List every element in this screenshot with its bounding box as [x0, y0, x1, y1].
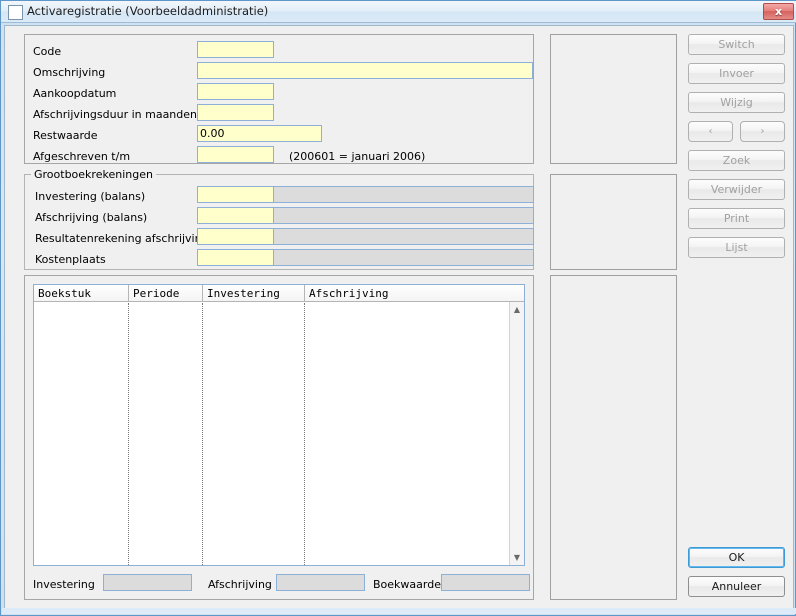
- resultatenrekening-code-input[interactable]: [197, 228, 274, 245]
- next-button[interactable]: ›: [740, 121, 785, 142]
- switch-button[interactable]: Switch: [688, 34, 785, 55]
- grid-header-afschrijving[interactable]: Afschrijving: [309, 286, 388, 301]
- afschrijvingsduur-input[interactable]: [197, 104, 274, 121]
- investering-balans-code-input[interactable]: [197, 186, 274, 203]
- invoer-button[interactable]: Invoer: [688, 63, 785, 84]
- previous-button[interactable]: ‹: [688, 121, 733, 142]
- omschrijving-input[interactable]: [197, 62, 533, 79]
- title-bar[interactable]: Activaregistratie (Voorbeeldadministrati…: [1, 1, 796, 23]
- window-bottom-strip: [2, 608, 796, 614]
- application-window: Activaregistratie (Voorbeeldadministrati…: [0, 0, 796, 616]
- period-format-hint: (200601 = januari 2006): [289, 150, 426, 163]
- summary-value-investering: [103, 574, 192, 591]
- grid-header-boekstuk[interactable]: Boekstuk: [38, 286, 91, 301]
- window-title: Activaregistratie (Voorbeeldadministrati…: [27, 4, 269, 18]
- close-icon[interactable]: x: [763, 3, 794, 20]
- zoek-button[interactable]: Zoek: [688, 150, 785, 171]
- preview-panel-top: [550, 34, 677, 164]
- label-restwaarde: Restwaarde: [33, 129, 98, 142]
- summary-value-afschrijving: [276, 574, 365, 591]
- label-aankoopdatum: Aankoopdatum: [33, 87, 117, 100]
- label-investering-balans: Investering (balans): [35, 190, 146, 203]
- client-area: Code Omschrijving Aankoopdatum Afschrijv…: [4, 25, 794, 609]
- label-afschrijvingsduur: Afschrijvingsduur in maanden: [33, 108, 198, 121]
- grid-column-divider-1: [128, 303, 129, 565]
- kostenplaats-code-input[interactable]: [197, 249, 274, 266]
- summary-value-boekwaarde: [441, 574, 530, 591]
- preview-panel-bottom: [550, 275, 677, 600]
- label-code: Code: [33, 45, 62, 58]
- aankoopdatum-input[interactable]: [197, 83, 274, 100]
- afschrijving-balans-description: [273, 207, 534, 224]
- resultatenrekening-description: [273, 228, 534, 245]
- grid-header-investering[interactable]: Investering: [207, 286, 280, 301]
- label-afschrijving-balans: Afschrijving (balans): [35, 211, 148, 224]
- grid-header-sep-1[interactable]: [128, 285, 129, 301]
- label-omschrijving: Omschrijving: [33, 66, 106, 79]
- window-icon: [8, 5, 23, 20]
- grid-header-sep-3[interactable]: [304, 285, 305, 301]
- summary-label-boekwaarde: Boekwaarde: [373, 578, 441, 591]
- code-input[interactable]: [197, 41, 274, 58]
- summary-label-investering: Investering: [33, 578, 95, 591]
- preview-panel-middle: [550, 174, 677, 270]
- ledger-accounts-legend: Grootboekrekeningen: [31, 168, 156, 181]
- cancel-button[interactable]: Annuleer: [688, 576, 785, 597]
- summary-label-afschrijving: Afschrijving: [208, 578, 272, 591]
- grid-column-divider-2: [202, 303, 203, 565]
- verwijder-button[interactable]: Verwijder: [688, 179, 785, 200]
- scroll-down-icon[interactable]: ▼: [510, 550, 524, 565]
- lijst-button[interactable]: Lijst: [688, 237, 785, 258]
- scroll-up-icon[interactable]: ▲: [510, 302, 524, 317]
- afschrijving-balans-code-input[interactable]: [197, 207, 274, 224]
- grid-header-row: Boekstuk Periode Investering Afschrijvin…: [34, 285, 524, 302]
- grid-vertical-scrollbar[interactable]: ▲ ▼: [509, 302, 524, 565]
- grid-column-divider-3: [304, 303, 305, 565]
- investering-balans-description: [273, 186, 534, 203]
- grid-header-periode[interactable]: Periode: [133, 286, 179, 301]
- ok-button[interactable]: OK: [688, 547, 785, 568]
- label-kostenplaats: Kostenplaats: [35, 253, 106, 266]
- transactions-grid[interactable]: Boekstuk Periode Investering Afschrijvin…: [33, 284, 525, 566]
- label-afgeschreven-tm: Afgeschreven t/m: [33, 150, 131, 163]
- grid-header-sep-2[interactable]: [202, 285, 203, 301]
- kostenplaats-description: [273, 249, 534, 266]
- print-button[interactable]: Print: [688, 208, 785, 229]
- wijzig-button[interactable]: Wijzig: [688, 92, 785, 113]
- afgeschreven-tm-input[interactable]: [197, 146, 274, 163]
- label-resultatenrekening: Resultatenrekening afschrijving: [35, 232, 209, 245]
- restwaarde-input[interactable]: [197, 125, 322, 142]
